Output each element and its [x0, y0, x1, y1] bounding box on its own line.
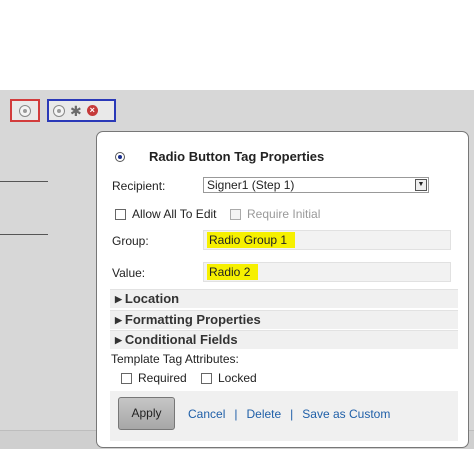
- template-tag-attributes-label: Template Tag Attributes:: [111, 352, 239, 366]
- value-label: Value:: [112, 266, 146, 280]
- locked-row: Locked: [201, 371, 257, 385]
- dialog-header: Radio Button Tag Properties: [115, 149, 324, 164]
- required-label: Required: [138, 371, 187, 385]
- require-initial-row: Require Initial: [230, 207, 320, 221]
- locked-checkbox[interactable]: [201, 372, 212, 384]
- radio-icon: [53, 104, 65, 117]
- conditional-fields-section-header[interactable]: ▶ Conditional Fields: [110, 330, 458, 349]
- footer-links: Cancel | Delete | Save as Custom: [188, 407, 390, 421]
- section-label: Conditional Fields: [124, 332, 238, 347]
- radio-icon: [19, 105, 31, 117]
- location-section-header[interactable]: ▶ Location: [110, 289, 458, 308]
- triangle-right-icon: ▶: [115, 294, 122, 304]
- require-initial-label: Require Initial: [247, 207, 321, 221]
- group-input[interactable]: Radio Group 1: [203, 230, 451, 250]
- formatting-properties-section-header[interactable]: ▶ Formatting Properties: [110, 310, 458, 329]
- recipient-select[interactable]: Signer1 (Step 1) ▼: [203, 177, 429, 193]
- triangle-right-icon: ▶: [115, 335, 122, 345]
- group-value: Radio Group 1: [207, 232, 296, 248]
- radio-button-properties-dialog: Radio Button Tag Properties Recipient: S…: [96, 131, 469, 448]
- gear-icon[interactable]: ✱: [70, 104, 82, 118]
- link-separator: |: [234, 407, 238, 421]
- recipient-label: Recipient:: [112, 179, 166, 193]
- section-label: Formatting Properties: [124, 312, 261, 327]
- radio-button-icon: [115, 151, 125, 162]
- save-as-custom-link[interactable]: Save as Custom: [302, 407, 390, 421]
- require-initial-checkbox[interactable]: [230, 208, 241, 220]
- required-row: Required: [121, 371, 187, 385]
- section-label: Location: [124, 291, 180, 306]
- allow-all-to-edit-checkbox[interactable]: [115, 208, 126, 220]
- triangle-right-icon: ▶: [115, 315, 122, 325]
- cancel-link[interactable]: Cancel: [188, 407, 225, 421]
- canvas-divider-line: [0, 234, 48, 235]
- value-input[interactable]: Radio 2: [203, 262, 451, 282]
- radio-tag-selected[interactable]: [10, 99, 40, 122]
- dialog-title: Radio Button Tag Properties: [149, 149, 325, 164]
- radio-tag-active[interactable]: ✱ ×: [47, 99, 116, 122]
- delete-link[interactable]: Delete: [246, 407, 281, 421]
- close-icon[interactable]: ×: [86, 105, 98, 116]
- canvas-divider-line: [0, 181, 48, 182]
- recipient-selected-value: Signer1 (Step 1): [207, 178, 295, 192]
- allow-all-to-edit-label: Allow All To Edit: [132, 207, 217, 221]
- link-separator: |: [290, 407, 294, 421]
- chevron-down-icon[interactable]: ▼: [415, 179, 427, 191]
- group-label: Group:: [112, 234, 149, 248]
- allow-all-to-edit-row: Allow All To Edit: [115, 207, 217, 221]
- value-value: Radio 2: [207, 264, 259, 280]
- dialog-footer: Apply Cancel | Delete | Save as Custom: [110, 391, 458, 441]
- required-checkbox[interactable]: [121, 372, 132, 384]
- locked-label: Locked: [218, 371, 257, 385]
- apply-button[interactable]: Apply: [118, 397, 175, 430]
